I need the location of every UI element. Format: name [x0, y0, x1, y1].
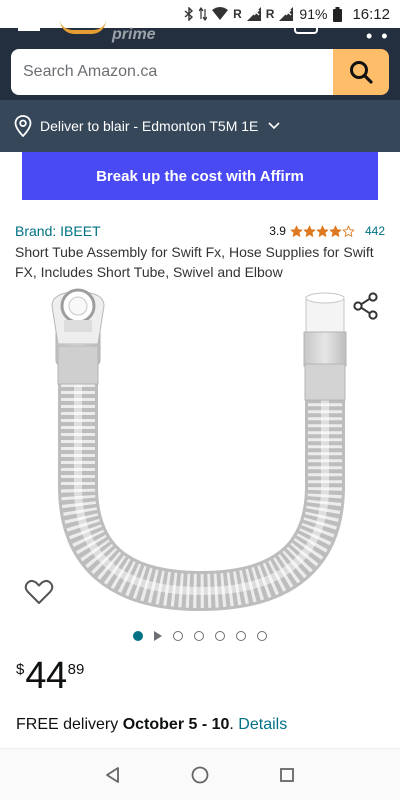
nav-home-button[interactable] — [180, 755, 220, 795]
nav-recents-button[interactable] — [267, 755, 307, 795]
signal-icon-2 — [279, 7, 294, 21]
roaming-indicator-2: R — [265, 7, 275, 21]
system-navigation-bar — [0, 748, 400, 800]
search-bar: Search Amazon.ca — [11, 49, 389, 95]
product-page: R R 91% 16:12 prime • • Search Amazon.ca — [0, 0, 400, 800]
carousel-dot[interactable] — [133, 631, 143, 641]
data-arrows-icon — [199, 7, 208, 21]
prime-logo-text[interactable]: prime — [112, 26, 156, 44]
status-icons: R R — [184, 7, 294, 21]
back-triangle-icon — [106, 766, 120, 783]
carousel-dot[interactable] — [194, 631, 204, 641]
search-icon — [350, 61, 373, 84]
star-icon — [290, 225, 303, 237]
heart-icon[interactable] — [24, 578, 54, 606]
carousel-dot[interactable] — [257, 631, 267, 641]
share-icon[interactable] — [352, 292, 380, 320]
brand-link[interactable]: Brand: IBEET — [15, 223, 101, 239]
amazon-logo-smile[interactable] — [60, 20, 106, 34]
star-icon — [342, 225, 355, 237]
wifi-icon — [212, 7, 229, 20]
product-title[interactable]: Short Tube Assembly for Swift Fx, Hose S… — [15, 242, 385, 282]
menu-icon[interactable] — [18, 28, 40, 31]
search-button[interactable] — [333, 49, 389, 95]
carousel-dot[interactable] — [236, 631, 246, 641]
roaming-indicator-1: R — [233, 7, 242, 21]
chevron-down-icon — [268, 122, 280, 130]
image-carousel-indicator — [0, 628, 400, 644]
nav-back-button[interactable] — [93, 755, 133, 795]
recents-square-icon — [279, 767, 294, 782]
search-input[interactable]: Search Amazon.ca — [11, 49, 333, 95]
star-icon — [316, 225, 329, 237]
home-circle-icon — [191, 766, 209, 783]
brand-rating-row: Brand: IBEET 3.9 442 — [15, 222, 385, 240]
star-icon — [303, 225, 316, 237]
signal-icon-1 — [246, 7, 261, 21]
delivery-dates: October 5 - 10 — [122, 716, 230, 733]
location-pin-icon — [14, 115, 32, 137]
carousel-dot[interactable] — [215, 631, 225, 641]
rating-value: 3.9 — [269, 224, 286, 238]
delivery-info: FREE delivery October 5 - 10. Details — [16, 716, 287, 734]
product-image[interactable] — [0, 286, 400, 618]
bluetooth-icon — [184, 7, 194, 21]
rating-summary[interactable]: 3.9 442 — [269, 224, 385, 238]
price-currency-symbol: $ — [16, 661, 25, 678]
battery-icon — [333, 6, 343, 22]
delivery-prefix: FREE delivery — [16, 716, 123, 733]
star-icon — [329, 225, 342, 237]
app-header: prime • • Search Amazon.ca — [0, 26, 400, 100]
more-options-icon[interactable]: • • — [366, 26, 390, 47]
price: $ 44 89 — [16, 656, 84, 700]
carousel-video-indicator-icon[interactable] — [154, 631, 162, 641]
deliver-to-bar[interactable]: Deliver to blair - Edmonton T5M 1E — [0, 100, 400, 152]
price-fraction: 89 — [67, 661, 85, 678]
cart-icon[interactable] — [294, 26, 318, 34]
affirm-banner-button[interactable]: Break up the cost with Affirm — [22, 152, 378, 200]
deliver-to-text: Deliver to blair - Edmonton T5M 1E — [40, 118, 259, 134]
carousel-dot[interactable] — [173, 631, 183, 641]
delivery-separator: . — [229, 716, 239, 733]
price-whole: 44 — [25, 655, 67, 697]
clock-time: 16:12 — [352, 5, 390, 23]
rating-count[interactable]: 442 — [365, 224, 385, 238]
battery-percent: 91% — [299, 6, 328, 22]
rating-stars — [290, 225, 355, 238]
delivery-details-link[interactable]: Details — [238, 716, 287, 733]
